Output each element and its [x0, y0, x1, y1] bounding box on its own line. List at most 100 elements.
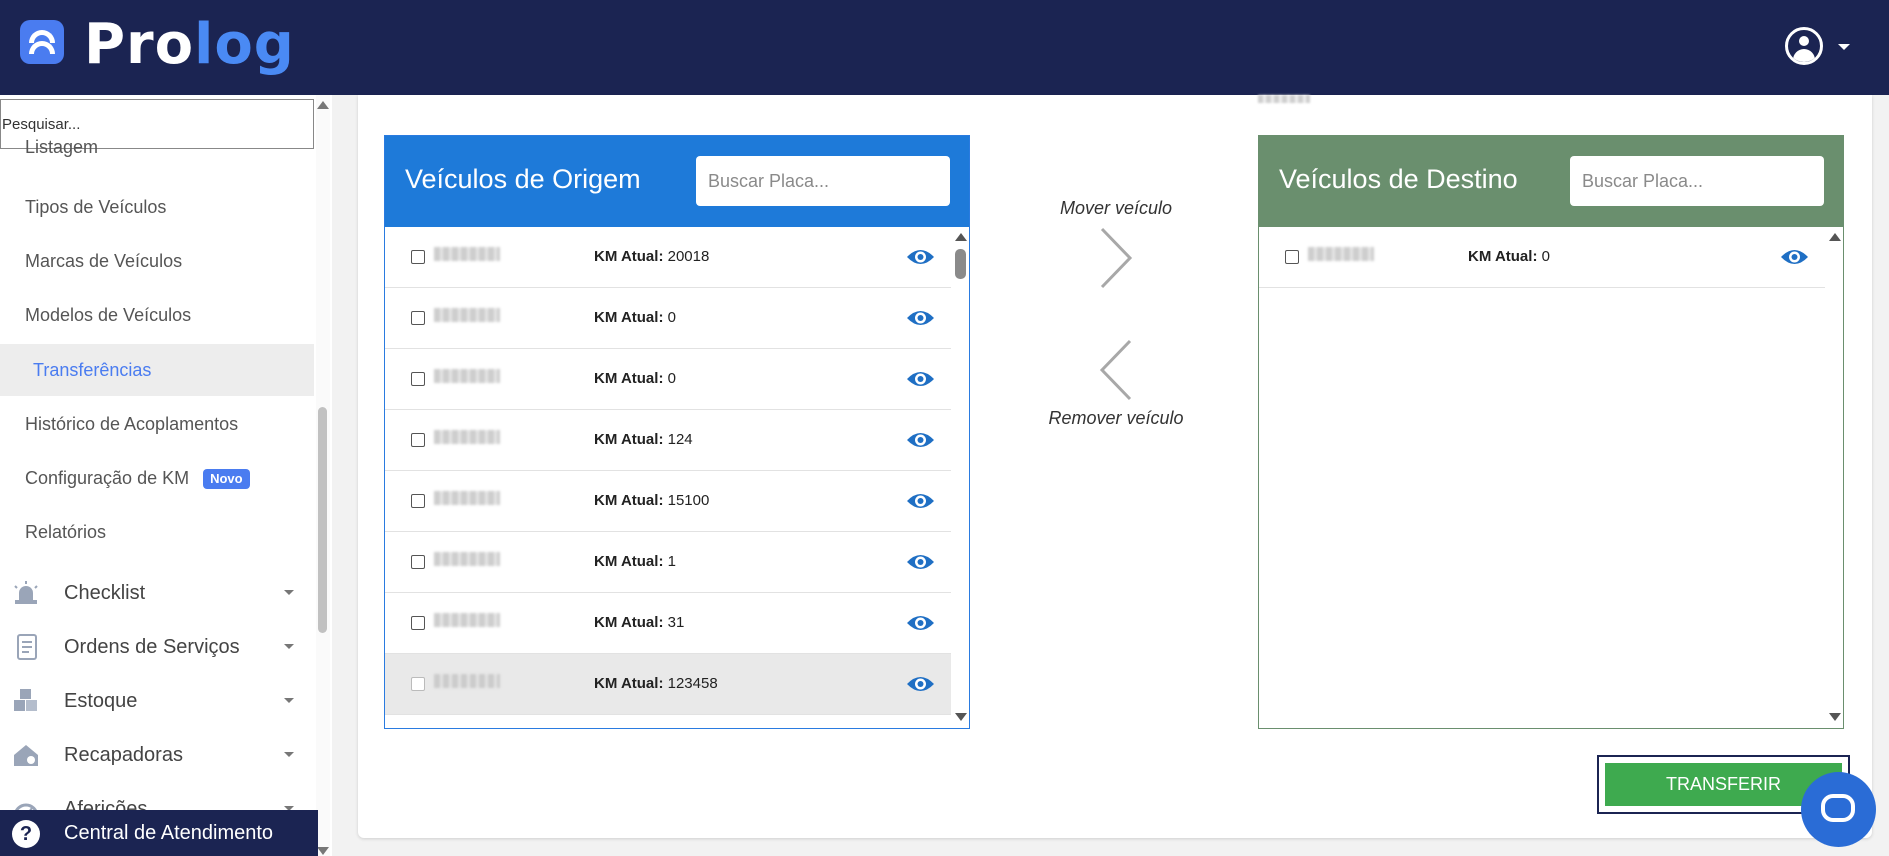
- km-reading: KM Atual: 0: [1468, 248, 1550, 265]
- km-value: 31: [667, 614, 685, 631]
- sidebar-item-historico-acoplamentos[interactable]: Histórico de Acoplamentos: [0, 398, 314, 450]
- scroll-down-arrow-icon[interactable]: [317, 847, 329, 855]
- vehicle-select-checkbox[interactable]: [1285, 250, 1299, 264]
- vehicle-select-checkbox[interactable]: [411, 677, 425, 691]
- sidebar-item-checklist[interactable]: Checklist: [0, 567, 314, 619]
- km-label: KM Atual:: [1468, 248, 1538, 265]
- km-value: 20018: [667, 248, 710, 265]
- redacted-plate: [434, 247, 500, 261]
- remove-vehicle-arrow-icon[interactable]: [1096, 337, 1136, 403]
- vehicle-row[interactable]: KM Atual: 0: [385, 349, 951, 410]
- chevron-down-icon: [284, 590, 294, 595]
- km-label: KM Atual:: [594, 431, 664, 448]
- vehicle-row[interactable]: KM Atual: 31: [385, 593, 951, 654]
- sidebar-item-configuracao-km[interactable]: Configuração de KM Novo: [0, 452, 314, 504]
- redacted-text: [1258, 95, 1310, 103]
- destination-plate-search[interactable]: [1570, 156, 1824, 206]
- origin-plate-search-input[interactable]: [696, 156, 950, 206]
- view-vehicle-eye-icon[interactable]: [906, 552, 935, 572]
- vehicle-select-checkbox[interactable]: [411, 555, 425, 569]
- sidebar-item-modelos-veiculos[interactable]: Modelos de Veículos: [0, 289, 314, 341]
- chat-bubble-icon: [1821, 794, 1855, 822]
- redacted-plate: [434, 369, 500, 383]
- view-vehicle-eye-icon[interactable]: [906, 674, 935, 694]
- sidebar-item-tipos-veiculos[interactable]: Tipos de Veículos: [0, 181, 314, 233]
- sidebar: Listagem Tipos de Veículos Marcas de Veí…: [0, 95, 332, 856]
- vehicle-select-checkbox[interactable]: [411, 433, 425, 447]
- view-vehicle-eye-icon[interactable]: [906, 613, 935, 633]
- km-value: 0: [1541, 248, 1550, 265]
- vehicle-row[interactable]: KM Atual: 123458: [385, 654, 951, 715]
- destination-plate-search-input[interactable]: [1570, 156, 1824, 206]
- vehicle-select-checkbox[interactable]: [411, 616, 425, 630]
- destination-vehicle-list: KM Atual: 0: [1259, 227, 1825, 727]
- chat-support-button[interactable]: [1801, 772, 1876, 847]
- chevron-down-icon: [284, 698, 294, 703]
- prolog-logo-icon: [20, 20, 64, 64]
- scroll-up-arrow-icon[interactable]: [955, 233, 967, 241]
- sidebar-scrollbar[interactable]: [316, 95, 330, 856]
- user-account-icon[interactable]: [1785, 27, 1823, 65]
- km-reading: KM Atual: 20018: [594, 248, 709, 265]
- scroll-up-arrow-icon[interactable]: [317, 101, 329, 109]
- view-vehicle-eye-icon[interactable]: [906, 491, 935, 511]
- sidebar-item-transferencias[interactable]: Transferências: [0, 344, 314, 396]
- view-vehicle-eye-icon[interactable]: [906, 369, 935, 389]
- sidebar-item-marcas-veiculos[interactable]: Marcas de Veículos: [0, 235, 314, 287]
- vehicle-row[interactable]: KM Atual: 124: [385, 410, 951, 471]
- destination-list-scrollbar[interactable]: [1825, 227, 1843, 727]
- origin-list-scrollbar[interactable]: [951, 227, 969, 727]
- scrollbar-thumb[interactable]: [318, 407, 327, 633]
- user-menu-caret-icon[interactable]: [1838, 44, 1850, 50]
- km-reading: KM Atual: 123458: [594, 675, 718, 692]
- view-vehicle-eye-icon[interactable]: [1780, 247, 1809, 267]
- scrollbar-thumb[interactable]: [955, 249, 966, 279]
- km-value: 15100: [667, 492, 710, 509]
- km-value: 124: [667, 431, 693, 448]
- redacted-plate: [434, 430, 500, 444]
- alarm-siren-icon: [14, 581, 38, 604]
- top-header: Prolog: [0, 0, 1889, 95]
- sidebar-item-recapadoras[interactable]: Recapadoras: [0, 729, 314, 781]
- vehicle-select-checkbox[interactable]: [411, 250, 425, 264]
- vehicle-select-checkbox[interactable]: [411, 311, 425, 325]
- view-vehicle-eye-icon[interactable]: [906, 430, 935, 450]
- sidebar-item-relatorios[interactable]: Relatórios: [0, 506, 314, 558]
- km-label: KM Atual:: [594, 614, 664, 631]
- redacted-plate: [434, 491, 500, 505]
- help-question-icon: ?: [12, 820, 40, 848]
- sidebar-item-label: Checklist: [64, 582, 146, 604]
- km-reading: KM Atual: 0: [594, 309, 676, 326]
- redacted-plate: [434, 613, 500, 627]
- scroll-down-arrow-icon[interactable]: [1829, 713, 1841, 721]
- move-vehicle-arrow-icon[interactable]: [1096, 225, 1136, 291]
- km-label: KM Atual:: [594, 492, 664, 509]
- km-label: KM Atual:: [594, 309, 664, 326]
- sidebar-item-label: Transferências: [33, 360, 152, 380]
- sidebar-item-label: Configuração de KM: [25, 468, 190, 488]
- vehicle-row[interactable]: KM Atual: 0: [385, 288, 951, 349]
- vehicle-select-checkbox[interactable]: [411, 372, 425, 386]
- sidebar-item-label: Recapadoras: [64, 744, 183, 766]
- km-label: KM Atual:: [594, 370, 664, 387]
- sidebar-item-listagem[interactable]: Listagem: [0, 127, 314, 167]
- sidebar-item-label: Relatórios: [25, 522, 107, 542]
- origin-plate-search[interactable]: [696, 156, 950, 206]
- central-atendimento-button[interactable]: ? Central de Atendimento: [0, 810, 318, 856]
- scroll-up-arrow-icon[interactable]: [1829, 233, 1841, 241]
- vehicle-row[interactable]: KM Atual: 1: [385, 532, 951, 593]
- redacted-plate: [434, 674, 500, 688]
- destination-panel-title: Veículos de Destino: [1279, 164, 1518, 194]
- vehicle-row[interactable]: KM Atual: 0: [1259, 227, 1825, 288]
- sidebar-item-ordens-servicos[interactable]: Ordens de Serviços: [0, 621, 314, 673]
- vehicle-row[interactable]: KM Atual: 20018: [385, 227, 951, 288]
- new-badge: Novo: [203, 469, 250, 490]
- km-reading: KM Atual: 31: [594, 614, 684, 631]
- view-vehicle-eye-icon[interactable]: [906, 247, 935, 267]
- scroll-down-arrow-icon[interactable]: [955, 713, 967, 721]
- redacted-plate: [1308, 247, 1374, 261]
- sidebar-item-estoque[interactable]: Estoque: [0, 675, 314, 727]
- view-vehicle-eye-icon[interactable]: [906, 308, 935, 328]
- vehicle-select-checkbox[interactable]: [411, 494, 425, 508]
- vehicle-row[interactable]: KM Atual: 15100: [385, 471, 951, 532]
